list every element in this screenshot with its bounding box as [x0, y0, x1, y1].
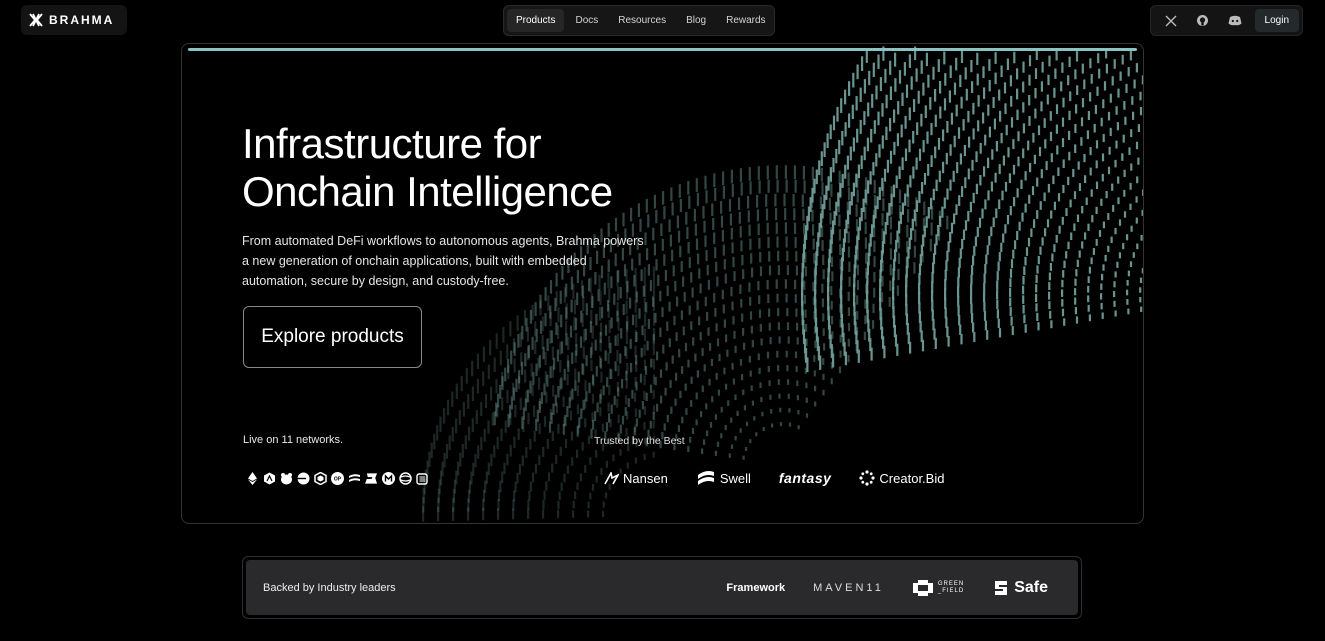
greenfield-line1: GREEN	[937, 580, 965, 587]
svg-text:OP: OP	[334, 477, 342, 483]
trusted-label: Trusted by the Best	[594, 435, 685, 447]
hero-title: Infrastructure for Onchain Intelligence	[242, 120, 613, 216]
discord-icon[interactable]	[1223, 9, 1247, 33]
backer-safe: Safe	[992, 579, 1048, 597]
backer-logos: Framework MAVEN11 GREEN _FIELD Safe	[726, 579, 1048, 597]
main-nav: Products Docs Resources Blog Rewards	[503, 5, 775, 36]
nansen-icon	[604, 471, 619, 484]
backer-greenfield: GREEN _FIELD	[912, 579, 964, 597]
nav-item-blog[interactable]: Blog	[677, 9, 715, 32]
polygon-icon	[314, 472, 327, 485]
partner-swell: Swell	[696, 468, 751, 488]
backers-section: Backed by Industry leaders Framework MAV…	[242, 556, 1082, 619]
hero-accent-line	[188, 48, 1137, 51]
greenfield-icon	[912, 579, 933, 596]
bera-icon	[280, 472, 293, 485]
hero-title-line2: Onchain Intelligence	[242, 168, 613, 215]
networks-label: Live on 11 networks.	[243, 434, 344, 446]
hero-subtitle: From automated DeFi workflows to autonom…	[242, 234, 644, 288]
backers-label: Backed by Industry leaders	[263, 581, 396, 594]
greenfield-text: GREEN _FIELD	[938, 581, 964, 595]
partner-nansen-label: Nansen	[623, 470, 668, 486]
nav-item-resources[interactable]: Resources	[609, 9, 675, 32]
nav-item-products[interactable]: Products	[507, 9, 565, 32]
partner-logos: Nansen Swell fantasy Creator.Bid	[604, 468, 944, 488]
partner-nansen: Nansen	[604, 471, 668, 486]
x-icon[interactable]	[1159, 9, 1183, 33]
safe-label: Safe	[1014, 578, 1048, 596]
github-icon[interactable]	[1191, 9, 1215, 33]
partner-fantasy: fantasy	[778, 470, 832, 486]
explore-products-button[interactable]: Explore products	[243, 306, 422, 368]
backers-bar: Backed by Industry leaders Framework MAV…	[246, 560, 1078, 615]
brahma-logo-icon	[29, 13, 43, 27]
backer-framework: Framework	[726, 581, 786, 594]
login-button[interactable]: Login	[1254, 9, 1299, 32]
swell-chain-icon	[348, 472, 361, 485]
scroll-icon	[416, 472, 429, 485]
ethereum-icon	[246, 472, 259, 485]
top-right-actions: Login	[1150, 5, 1303, 36]
partner-creator-bid-label: Creator.Bid	[879, 470, 945, 486]
mantle-icon	[382, 472, 395, 485]
partner-swell-label: Swell	[719, 470, 751, 486]
arbitrum-icon	[263, 472, 276, 485]
optimism-icon: OP	[331, 472, 344, 485]
blast-icon	[365, 472, 378, 485]
sonic-icon	[399, 472, 412, 485]
nav-item-rewards[interactable]: Rewards	[717, 9, 774, 32]
creator-bid-icon	[859, 470, 876, 486]
base-icon	[297, 472, 310, 485]
network-icons: OP	[246, 472, 429, 485]
hero-card: Infrastructure for Onchain Intelligence …	[181, 43, 1144, 524]
greenfield-line2: _FIELD	[937, 587, 965, 594]
hero-title-line1: Infrastructure for	[242, 120, 542, 167]
backer-maven11: MAVEN11	[813, 581, 884, 594]
partner-creator-bid: Creator.Bid	[859, 470, 944, 486]
brand-name: BRAHMA	[49, 13, 115, 27]
swell-icon	[697, 471, 714, 485]
safe-icon	[995, 580, 1008, 595]
brand-logo[interactable]: BRAHMA	[21, 5, 127, 35]
nav-item-docs[interactable]: Docs	[566, 9, 607, 32]
